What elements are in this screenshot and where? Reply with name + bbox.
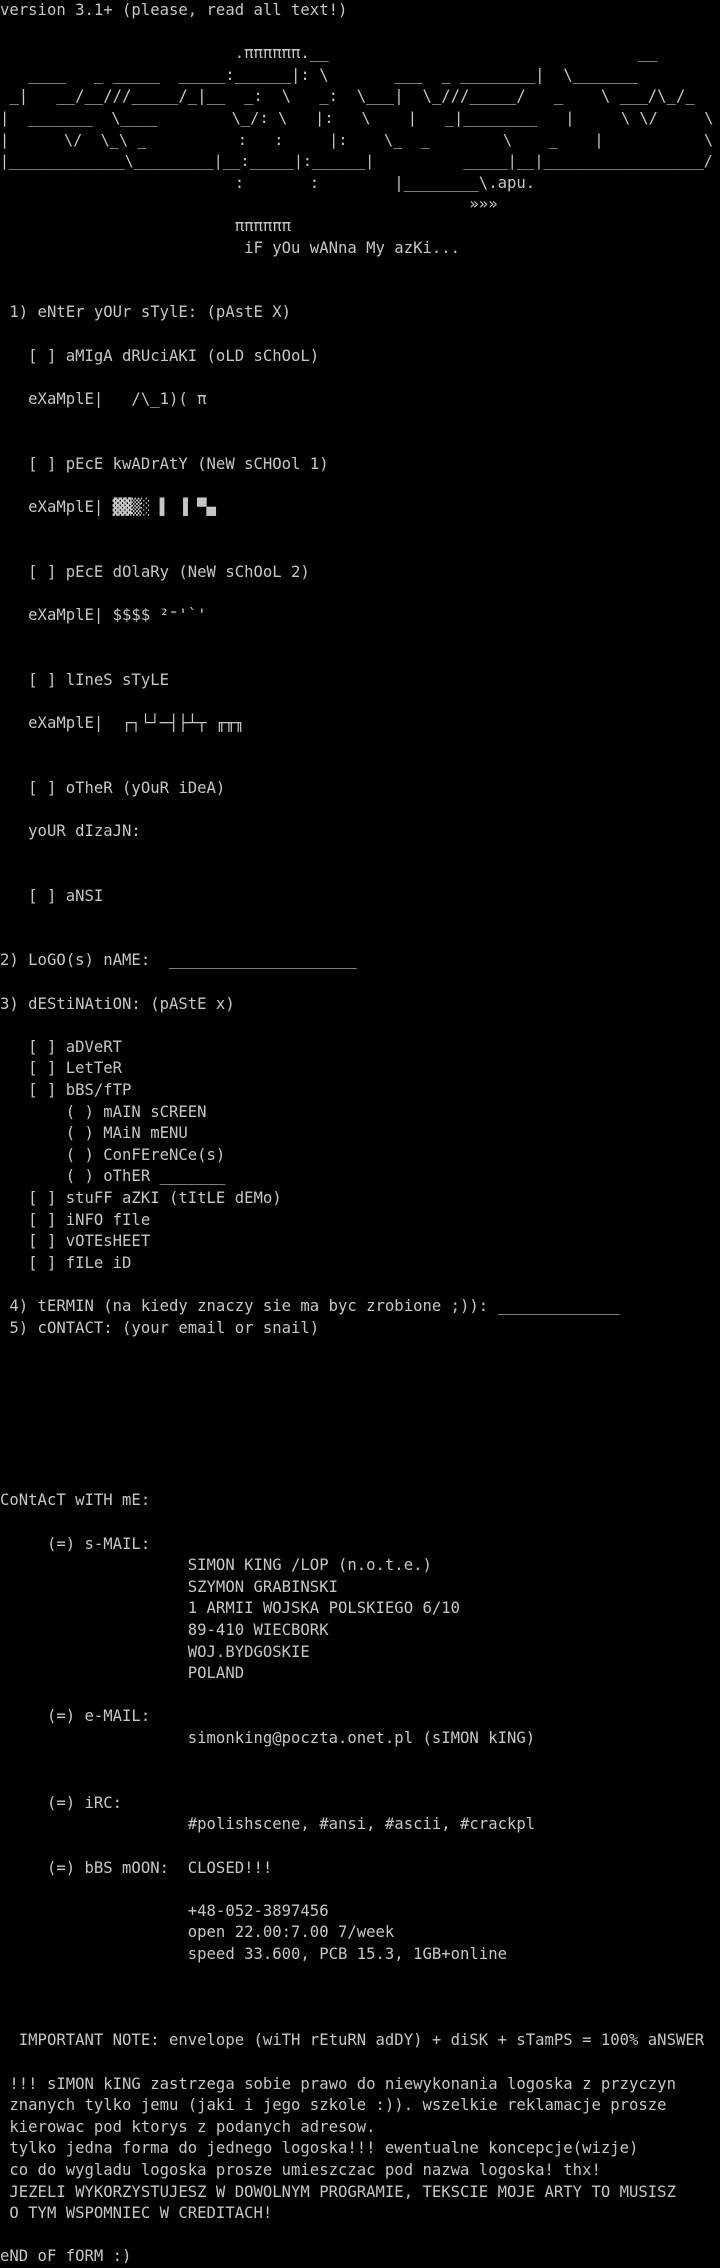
text-line: iF yOu wANna My azKi...	[0, 238, 461, 257]
text-line: znanych tylko jemu (jaki i jego szkole :…	[0, 2096, 667, 2115]
text-line: SIMON KING /LOP (n.o.t.e.)	[0, 1556, 432, 1575]
text-line: eND oF fORM :)	[0, 2247, 132, 2266]
terminal-screen: version 3.1+ (please, read all text!) .π…	[0, 0, 720, 2268]
text-line: [ ] pEcE dOlaRy (NeW sChOoL 2)	[0, 562, 310, 581]
text-line: ( ) oThER _______	[0, 1167, 226, 1186]
text-line: +48-052-3897456	[0, 1901, 329, 1920]
text-line: WOJ.BYDGOSKIE	[0, 1642, 310, 1661]
text-line: co do wygladu logoska prosze umieszczac …	[0, 2161, 601, 2179]
text-line: O TYM WSPOMNIEC W CREDITACH!	[0, 2204, 273, 2223]
text-line: #polishscene, #ansi, #ascii, #crackpl	[0, 1815, 536, 1834]
text-line: open 22.00:7.00 7/week	[0, 1923, 395, 1942]
text-line: 5) cONTACT: (your email or snail)	[0, 1318, 320, 1337]
text-line: speed 33.600, PCB 15.3, 1GB+online	[0, 1945, 507, 1963]
text-line: [ ] lIneS sTyLE	[0, 670, 169, 689]
text-line: 3) dEStiNAtiON: (pAStE x)	[0, 994, 235, 1013]
ascii-logo-line: .ππππππ.__ __	[0, 44, 658, 63]
text-line: (=) iRC:	[0, 1793, 123, 1812]
ascii-logo-line: : : |________\.apu.	[0, 173, 536, 192]
text-line: (=) bBS mOON: CLOSED!!!	[0, 1858, 273, 1877]
text-line: eXaMplE| $$$$ ²⁼'`'	[0, 605, 207, 624]
ascii-logo-line: _| __/__///_____/_|__ _: \ _: \___| \_//…	[0, 87, 695, 106]
text-line: version 3.1+ (please, read all text!)	[0, 1, 348, 19]
text-line: [ ] aNSI	[0, 886, 104, 905]
text-line: 2) LoGO(s) nAME: ____________________	[0, 951, 357, 970]
text-line: JEZELI WYKORZYSTUJESZ W DOWOLNYM PROGRAM…	[0, 2182, 676, 2201]
text-line: ( ) ConFEreNCe(s)	[0, 1145, 226, 1164]
text-line: SZYMON GRABINSKI	[0, 1577, 338, 1596]
text-line: eXaMplE| ┌┐└┘─┤├┴┬ ╓╥╖	[0, 713, 245, 732]
text-line: 1 ARMII WOJSKA POLSKIEGO 6/10	[0, 1599, 461, 1618]
ascii-logo-line: ____ _ _____ _____:______|: \ ___ _ ____…	[0, 65, 639, 84]
text-line: kierowac pod ktorys z podanych adresow.	[0, 2117, 376, 2136]
text-line: [ ] vOTEsHEET	[0, 1232, 151, 1251]
text-line: ( ) mAIN sCREEN	[0, 1102, 207, 1121]
text-line: [ ] iNFO fIle	[0, 1210, 151, 1229]
text-line: [ ] fILe iD	[0, 1253, 132, 1272]
text-line: eXaMplE| ▓▓▒░ ▌ ▐ ▀▄	[0, 497, 216, 516]
text-line: CoNtAcT wITH mE:	[0, 1491, 151, 1510]
text-line: IMPORTANT NOTE: envelope (wiTH rEtuRN ad…	[0, 2031, 705, 2050]
text-line: !!! sIMON kING zastrzega sobie prawo do …	[0, 2074, 676, 2093]
text-line: [ ] aDVeRT	[0, 1037, 123, 1056]
ascii-logo-line: »»»	[0, 195, 498, 214]
text-line: [ ] aMIgA dRUciAKI (oLD sChOoL)	[0, 346, 320, 365]
text-line: (=) s-MAIL:	[0, 1534, 151, 1553]
text-line: 89-410 WIECBORK	[0, 1621, 329, 1639]
text-line: 4) tERMIN (na kiedy znaczy sie ma byc zr…	[0, 1297, 620, 1315]
text-line: ( ) MAiN mENU	[0, 1124, 188, 1143]
text-line: POLAND	[0, 1664, 245, 1683]
text-line: tylko jedna forma do jednego logoska!!! …	[0, 2139, 639, 2158]
text-line: [ ] oTheR (yOuR iDeA)	[0, 778, 226, 797]
text-line: [ ] pEcE kwADrAtY (NeW sCHOol 1)	[0, 454, 329, 473]
ascii-logo-line: |_____________\_________|__:_____|:_____…	[0, 153, 713, 171]
text-line: eXaMplE| /\_1)( π	[0, 389, 207, 408]
ascii-logo-line: | \/ \_\ _ : : |: \_ _ \ _ | \	[0, 130, 714, 149]
text-line: [ ] bBS/fTP	[0, 1081, 132, 1099]
text-line: yoUR dIzaJN:	[0, 821, 141, 840]
text-line: 1) eNtEr yOUr sTylE: (pAstE X)	[0, 303, 292, 322]
ascii-logo-line: | _______ \____ \_/: \ |: \ | _|________…	[0, 109, 714, 127]
text-line: (=) e-MAIL:	[0, 1707, 151, 1726]
text-line: simonking@poczta.onet.pl (sIMON kING)	[0, 1729, 536, 1747]
text-line: [ ] stuFF aZKI (tItLE dEMo)	[0, 1189, 282, 1207]
text-line: [ ] LetTeR	[0, 1059, 123, 1078]
ascii-logo-line: ππππππ	[0, 217, 292, 235]
